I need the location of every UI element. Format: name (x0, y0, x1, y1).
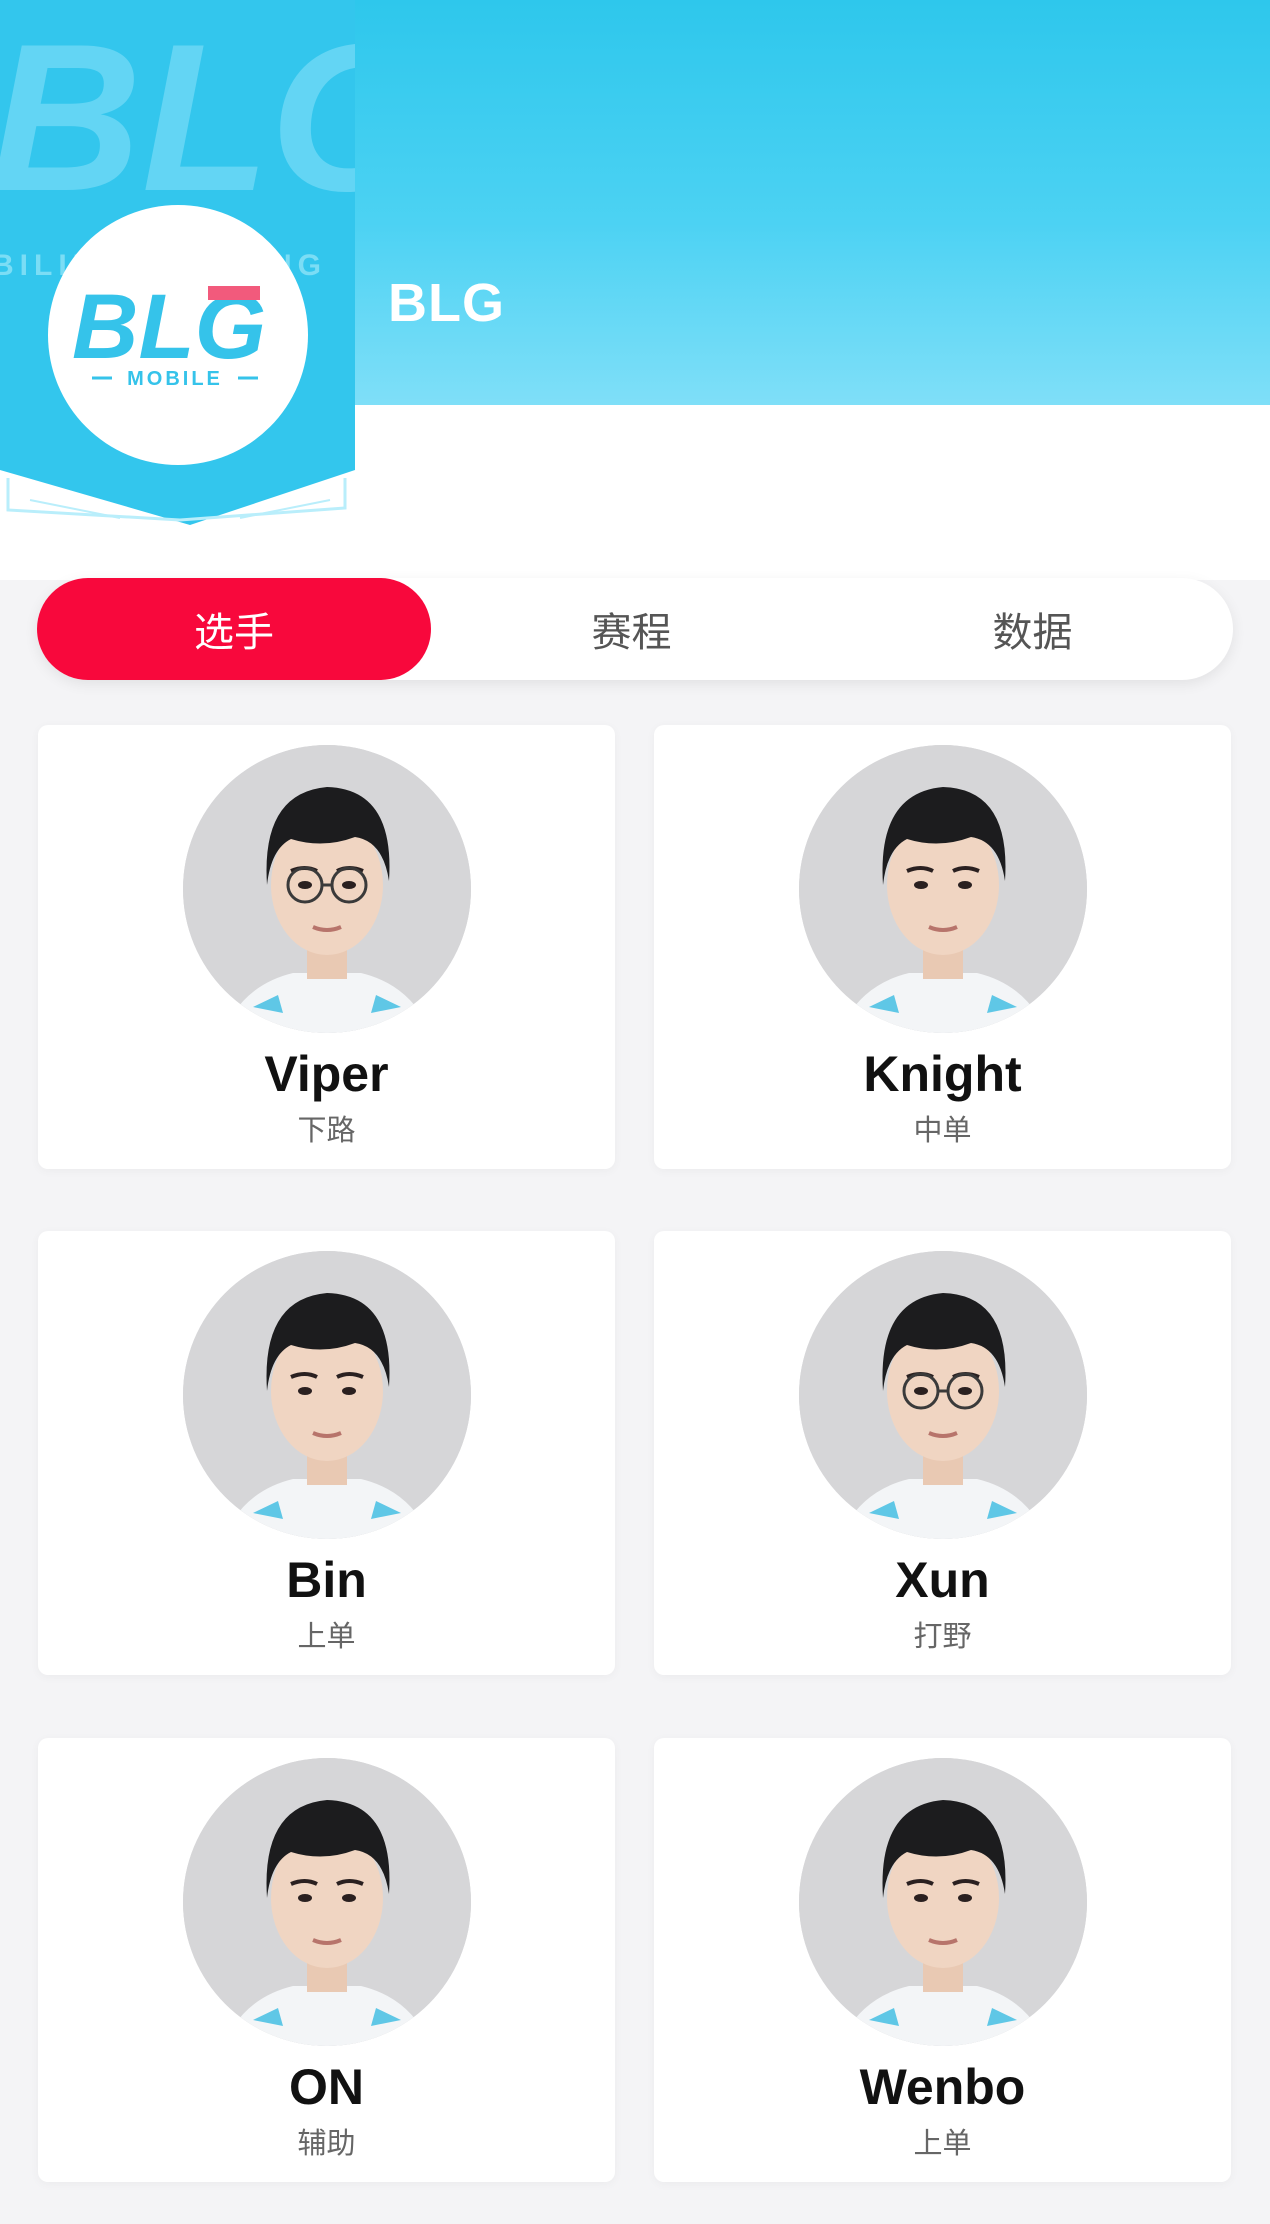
player-avatar (799, 1251, 1087, 1539)
player-name: Viper (264, 1046, 389, 1102)
tab-bar: 选手 赛程 数据 (37, 578, 1233, 680)
svg-text:MOBILE: MOBILE (127, 368, 223, 390)
player-card[interactable]: Bin 上单 (38, 1231, 615, 1675)
player-card[interactable]: Wenbo 上单 (654, 1738, 1231, 2182)
team-logo-banner: BLG BILIBILI GAMING BLG MOBILE (0, 0, 355, 525)
player-name: Knight (863, 1046, 1022, 1102)
player-avatar (183, 745, 471, 1033)
player-avatar (183, 1251, 471, 1539)
player-portrait-icon (799, 745, 1087, 1033)
team-name: BLG (388, 273, 505, 333)
logo-banner-icon: BLG BILIBILI GAMING BLG MOBILE (0, 0, 355, 525)
player-card[interactable]: Viper 下路 (38, 725, 615, 1169)
player-portrait-icon (183, 1758, 471, 2046)
player-role: 上单 (913, 2128, 972, 2160)
tab-schedule[interactable]: 赛程 (431, 578, 832, 680)
player-avatar (183, 1758, 471, 2046)
player-name: Bin (286, 1552, 367, 1608)
player-avatar (799, 745, 1087, 1033)
player-role: 辅助 (297, 2128, 356, 2160)
player-role: 下路 (297, 1115, 356, 1147)
player-portrait-icon (799, 1251, 1087, 1539)
player-portrait-icon (183, 745, 471, 1033)
player-card[interactable]: Xun 打野 (654, 1231, 1231, 1675)
tab-players[interactable]: 选手 (37, 578, 431, 680)
tab-stats[interactable]: 数据 (832, 578, 1233, 680)
player-role: 打野 (913, 1621, 972, 1653)
player-role: 上单 (297, 1621, 356, 1653)
player-card[interactable]: Knight 中单 (654, 725, 1231, 1169)
player-avatar (799, 1758, 1087, 2046)
player-portrait-icon (183, 1251, 471, 1539)
player-name: Xun (895, 1552, 990, 1608)
player-name: Wenbo (859, 2059, 1026, 2115)
player-card[interactable]: ON 辅助 (38, 1738, 615, 2182)
player-name: ON (289, 2059, 364, 2115)
svg-text:BLG: BLG (0, 0, 355, 235)
player-portrait-icon (799, 1758, 1087, 2046)
player-role: 中单 (913, 1115, 972, 1147)
